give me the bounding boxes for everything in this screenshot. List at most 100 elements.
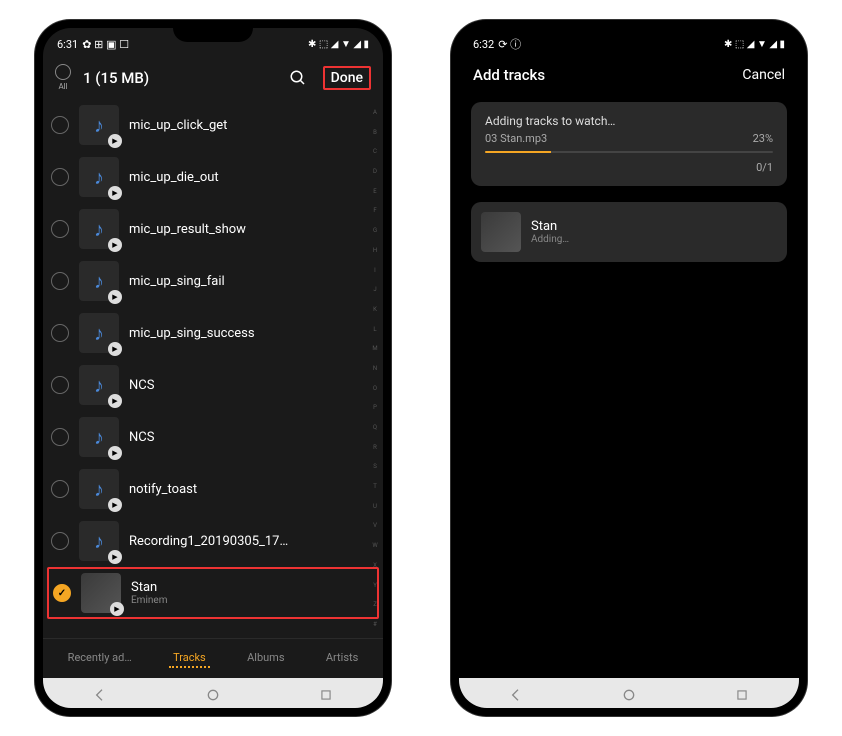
track-info: Stan Eminem [131, 580, 373, 606]
track-row[interactable]: ♪ ▶ Recording1_20190305_17… [43, 515, 383, 567]
az-index-letter[interactable]: J [369, 286, 381, 293]
track-row[interactable]: ♪ ▶ NCS [43, 359, 383, 411]
az-index-letter[interactable]: Q [369, 424, 381, 431]
az-index-letter[interactable]: M [369, 345, 381, 352]
track-row[interactable]: ▶ Stan Eminem [47, 567, 379, 619]
az-index-letter[interactable]: Z [369, 601, 381, 608]
az-index-letter[interactable]: R [369, 444, 381, 451]
status-icons-left: ⟳ ⓘ [498, 36, 521, 52]
track-checkbox[interactable] [51, 376, 69, 394]
track-title: mic_up_click_get [129, 118, 375, 133]
az-index-letter[interactable]: N [369, 365, 381, 372]
progress-heading: Adding tracks to watch… [485, 114, 773, 128]
az-index-letter[interactable]: X [369, 562, 381, 569]
screen-add-tracks: 6:32 ⟳ ⓘ ✱ ⬚ ◢ ▼ ◢ ▮ Add tracks Cancel A… [459, 28, 799, 708]
tab-recentlyad[interactable]: Recently ad… [64, 649, 136, 668]
az-index-letter[interactable]: C [369, 148, 381, 155]
phone-right: 6:32 ⟳ ⓘ ✱ ⬚ ◢ ▼ ◢ ▮ Add tracks Cancel A… [451, 20, 807, 716]
play-badge-icon: ▶ [108, 498, 122, 512]
status-icons-right: ✱ ⬚ ◢ ▼ ◢ ▮ [724, 39, 785, 50]
az-index-letter[interactable]: V [369, 522, 381, 529]
az-index[interactable]: A B C D E F G H I J K L M N O P Q R S T U V W X Y Z # [369, 109, 381, 628]
az-index-letter[interactable]: B [369, 129, 381, 136]
az-index-letter[interactable]: F [369, 207, 381, 214]
search-icon[interactable] [289, 69, 307, 87]
album-art-icon: ▶ [81, 573, 121, 613]
az-index-letter[interactable]: D [369, 168, 381, 175]
done-button[interactable]: Done [323, 66, 371, 90]
track-list[interactable]: ♪ ▶ mic_up_click_get ♪ ▶ mic_up_die_out … [43, 99, 383, 638]
track-info: mic_up_sing_fail [129, 274, 375, 289]
track-title: NCS [129, 378, 375, 393]
tab-tracks[interactable]: Tracks [169, 649, 210, 668]
cancel-button[interactable]: Cancel [742, 67, 785, 83]
album-art-icon [481, 212, 521, 252]
track-row[interactable]: ♪ ▶ mic_up_click_get [43, 99, 383, 151]
track-info: mic_up_sing_success [129, 326, 375, 341]
track-checkbox[interactable] [51, 220, 69, 238]
nav-back-icon[interactable] [91, 686, 109, 704]
track-checkbox[interactable] [51, 480, 69, 498]
notch [173, 20, 253, 42]
play-badge-icon: ▶ [108, 134, 122, 148]
az-index-letter[interactable]: Y [369, 582, 381, 589]
az-index-letter[interactable]: G [369, 227, 381, 234]
status-time: 6:32 [473, 38, 494, 51]
tab-artists[interactable]: Artists [322, 649, 362, 668]
track-row[interactable]: ♪ ▶ mic_up_sing_success [43, 307, 383, 359]
az-index-letter[interactable]: L [369, 326, 381, 333]
play-badge-icon: ▶ [108, 186, 122, 200]
track-checkbox[interactable] [51, 324, 69, 342]
track-checkbox[interactable] [51, 428, 69, 446]
track-title: Recording1_20190305_17… [129, 534, 375, 549]
track-row[interactable]: ♪ ▶ mic_up_result_show [43, 203, 383, 255]
track-title: mic_up_sing_success [129, 326, 375, 341]
adding-track-card: Stan Adding… [471, 202, 787, 262]
az-index-letter[interactable]: U [369, 503, 381, 510]
notch [589, 20, 669, 42]
az-index-letter[interactable]: T [369, 483, 381, 490]
az-index-letter[interactable]: A [369, 109, 381, 116]
track-title: mic_up_sing_fail [129, 274, 375, 289]
az-index-letter[interactable]: E [369, 188, 381, 195]
screen-tracks: 6:31 ✿ ⊞ ▣ ☐ ✱ ⬚ ◢ ▼ ◢ ▮ All 1 (15 MB) D… [43, 28, 383, 708]
az-index-letter[interactable]: P [369, 404, 381, 411]
adding-track-status: Adding… [531, 234, 569, 245]
select-all-circle-icon [55, 64, 71, 80]
track-checkbox[interactable] [53, 584, 71, 602]
music-note-icon: ♪ ▶ [79, 313, 119, 353]
track-checkbox[interactable] [51, 116, 69, 134]
az-index-letter[interactable]: K [369, 306, 381, 313]
nav-back-icon[interactable] [507, 686, 525, 704]
track-artist: Eminem [131, 595, 373, 606]
az-index-letter[interactable]: S [369, 463, 381, 470]
tab-albums[interactable]: Albums [243, 649, 288, 668]
nav-home-icon[interactable] [204, 686, 222, 704]
select-all-button[interactable]: All [55, 64, 71, 91]
az-index-letter[interactable]: # [369, 621, 381, 628]
play-badge-icon: ▶ [108, 550, 122, 564]
music-note-icon: ♪ ▶ [79, 417, 119, 457]
header: All 1 (15 MB) Done [43, 56, 383, 99]
az-index-letter[interactable]: H [369, 247, 381, 254]
track-checkbox[interactable] [51, 168, 69, 186]
track-row[interactable]: ♪ ▶ notify_toast [43, 463, 383, 515]
nav-recent-icon[interactable] [317, 686, 335, 704]
track-row[interactable]: ♪ ▶ mic_up_die_out [43, 151, 383, 203]
nav-home-icon[interactable] [620, 686, 638, 704]
progress-card: Adding tracks to watch… 03 Stan.mp3 23% … [471, 102, 787, 186]
progress-filename: 03 Stan.mp3 [485, 132, 547, 145]
track-checkbox[interactable] [51, 532, 69, 550]
track-row[interactable]: ♪ ▶ NCS [43, 411, 383, 463]
nav-recent-icon[interactable] [733, 686, 751, 704]
track-row[interactable]: ♪ ▶ mic_up_sing_fail [43, 255, 383, 307]
track-checkbox[interactable] [51, 272, 69, 290]
az-index-letter[interactable]: I [369, 267, 381, 274]
select-all-label: All [58, 82, 67, 91]
az-index-letter[interactable]: W [369, 542, 381, 549]
track-title: mic_up_die_out [129, 170, 375, 185]
header: Add tracks Cancel [459, 56, 799, 94]
az-index-letter[interactable]: O [369, 385, 381, 392]
android-nav-bar [459, 678, 799, 708]
music-note-icon: ♪ ▶ [79, 469, 119, 509]
